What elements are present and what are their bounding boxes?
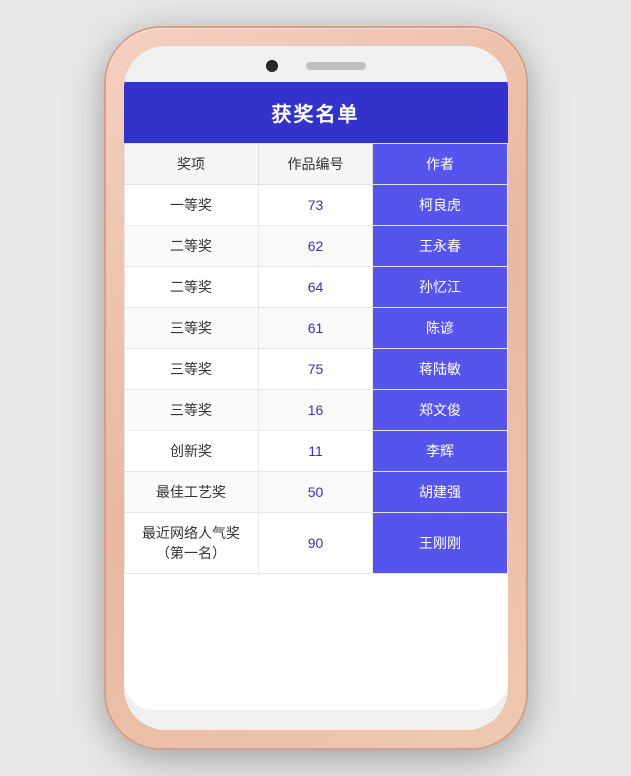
cell-work-id: 61 xyxy=(258,308,373,349)
cell-prize: 二等奖 xyxy=(124,226,258,267)
cell-prize: 二等奖 xyxy=(124,267,258,308)
cell-work-id: 73 xyxy=(258,185,373,226)
table-row: 三等奖16郑文俊 xyxy=(124,390,507,431)
cell-prize: 三等奖 xyxy=(124,349,258,390)
table-row: 二等奖62王永春 xyxy=(124,226,507,267)
table-row: 三等奖75蒋陆敏 xyxy=(124,349,507,390)
cell-work-id: 75 xyxy=(258,349,373,390)
cell-author: 胡建强 xyxy=(373,472,507,513)
cell-prize: 最近网络人气奖（第一名） xyxy=(124,513,258,574)
cell-work-id: 62 xyxy=(258,226,373,267)
cell-work-id: 90 xyxy=(258,513,373,574)
phone-inner: 获奖名单 奖项 作品编号 作者 一等奖73柯良虎二等奖62王永春二等奖64孙忆江… xyxy=(124,46,508,730)
table-row: 二等奖64孙忆江 xyxy=(124,267,507,308)
cell-prize: 创新奖 xyxy=(124,431,258,472)
screen-content[interactable]: 获奖名单 奖项 作品编号 作者 一等奖73柯良虎二等奖62王永春二等奖64孙忆江… xyxy=(124,82,508,710)
cell-author: 郑文俊 xyxy=(373,390,507,431)
cell-prize: 一等奖 xyxy=(124,185,258,226)
cell-author: 李辉 xyxy=(373,431,507,472)
table-row: 三等奖61陈谚 xyxy=(124,308,507,349)
header-author: 作者 xyxy=(373,144,507,185)
cell-prize: 三等奖 xyxy=(124,308,258,349)
cell-prize: 最佳工艺奖 xyxy=(124,472,258,513)
cell-work-id: 16 xyxy=(258,390,373,431)
cell-work-id: 64 xyxy=(258,267,373,308)
header-prize: 奖项 xyxy=(124,144,258,185)
cell-work-id: 11 xyxy=(258,431,373,472)
bottom-bar xyxy=(124,710,508,730)
cell-author: 蒋陆敏 xyxy=(373,349,507,390)
cell-prize: 三等奖 xyxy=(124,390,258,431)
cell-author: 陈谚 xyxy=(373,308,507,349)
table-row: 创新奖11李辉 xyxy=(124,431,507,472)
cell-work-id: 50 xyxy=(258,472,373,513)
award-table: 奖项 作品编号 作者 一等奖73柯良虎二等奖62王永春二等奖64孙忆江三等奖61… xyxy=(124,143,508,574)
table-row: 一等奖73柯良虎 xyxy=(124,185,507,226)
table-row: 最近网络人气奖（第一名）90王刚刚 xyxy=(124,513,507,574)
top-bar xyxy=(124,46,508,82)
header-work-id: 作品编号 xyxy=(258,144,373,185)
cell-author: 柯良虎 xyxy=(373,185,507,226)
table-row: 最佳工艺奖50胡建强 xyxy=(124,472,507,513)
cell-author: 孙忆江 xyxy=(373,267,507,308)
camera-icon xyxy=(266,60,278,72)
phone-frame: 获奖名单 奖项 作品编号 作者 一等奖73柯良虎二等奖62王永春二等奖64孙忆江… xyxy=(106,28,526,748)
cell-author: 王刚刚 xyxy=(373,513,507,574)
cell-author: 王永春 xyxy=(373,226,507,267)
speaker xyxy=(306,62,366,70)
table-title: 获奖名单 xyxy=(124,82,508,143)
table-header-row: 奖项 作品编号 作者 xyxy=(124,144,507,185)
